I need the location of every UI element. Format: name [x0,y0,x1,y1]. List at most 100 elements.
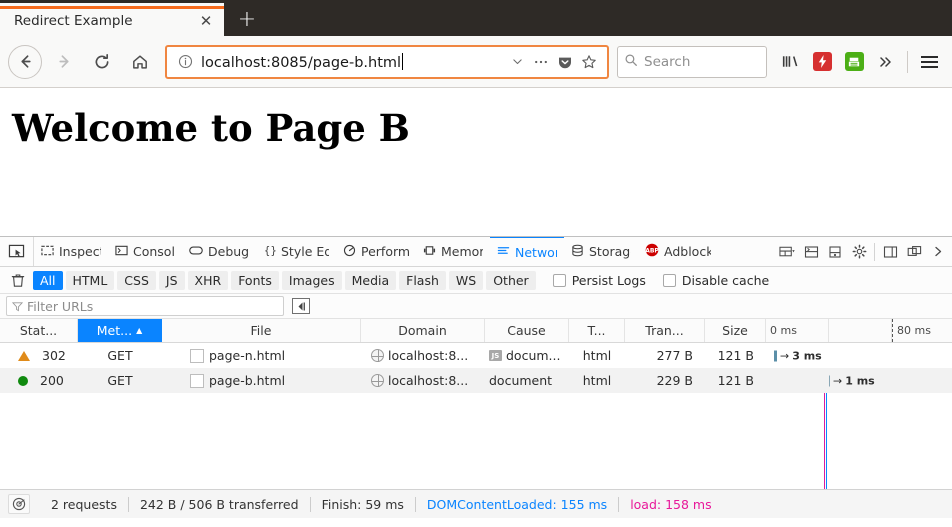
tab-network[interactable]: Network [490,237,564,266]
reload-icon[interactable] [83,43,121,81]
tab-label: Adblock Plus [664,244,711,259]
timeline-duration: 1 ms [845,374,875,387]
persist-logs-label: Persist Logs [571,272,646,288]
tab-console[interactable]: Console [108,237,182,266]
network-icon [497,244,510,260]
table-row[interactable]: 302 GET page-n.html localhost:8... JS do… [0,343,952,368]
column-header-file[interactable]: File [162,319,361,342]
browser-tab[interactable]: Redirect Example ✕ [0,3,224,36]
browser-toolbar-icons [775,47,944,77]
svg-text:ABP: ABP [645,247,659,254]
overflow-chevron-icon[interactable] [926,238,950,266]
library-icon[interactable] [775,47,805,77]
responsive-design-mode-icon[interactable] [775,238,799,266]
chevron-down-icon[interactable] [505,50,529,74]
ellipsis-icon[interactable] [529,50,553,74]
ABP-flash-icon[interactable] [807,47,837,77]
persist-logs-checkbox[interactable]: Persist Logs [552,272,646,288]
hamburger-menu-icon[interactable] [914,47,944,77]
request-domain: localhost:8... [388,373,469,388]
tab-label: Performance [361,244,409,259]
success-dot-icon [18,375,28,386]
column-header-method[interactable]: Met... ▲ [78,319,162,342]
dock-side-icon[interactable] [878,238,902,266]
request-file: page-b.html [209,373,286,388]
disable-cache-checkbox[interactable]: Disable cache [662,273,769,288]
settings-gear-icon[interactable] [847,238,871,266]
table-row[interactable]: 200 GET page-b.html localhost:8... docum… [0,368,952,393]
close-icon[interactable]: ✕ [196,11,216,31]
filter-chip-ws[interactable]: WS [448,270,484,290]
tab-memory[interactable]: Memory [416,237,490,266]
request-type: html [582,373,612,388]
filter-chip-fonts[interactable]: Fonts [231,270,279,290]
tab-inspector[interactable]: Inspector [34,237,108,266]
request-file-cell: page-n.html [162,343,361,368]
toggle-sidebar-icon[interactable] [292,298,310,314]
column-header-status[interactable]: Stat... [0,319,78,342]
tab-style-editor[interactable]: {} Style Editor [256,237,336,266]
filter-chip-css[interactable]: CSS [117,270,156,290]
page-title: Welcome to Page B [12,106,410,150]
filter-chip-other[interactable]: Other [486,270,536,290]
timeline-tick: 0 ms [766,319,829,342]
tab-label: Console [133,244,175,259]
url-filter-row: Filter URLs [0,294,952,319]
debugger-icon [189,244,203,260]
column-header-cause[interactable]: Cause [485,319,569,342]
navigation-toolbar: localhost:8085/page-b.html Search [0,36,952,88]
globe-icon [371,374,384,387]
screenshot-icon[interactable] [823,238,847,266]
request-transferred: 277 B [656,348,693,363]
back-arrow-icon[interactable] [8,44,42,79]
request-method: GET [107,373,133,388]
page-viewport: Welcome to Page B [0,88,952,236]
info-icon[interactable] [175,52,195,72]
tab-adblock-plus[interactable]: ABP Adblock Plus [638,237,718,266]
filter-chip-images[interactable]: Images [281,270,342,290]
filter-chip-media[interactable]: Media [344,270,397,290]
filter-chip-all[interactable]: All [33,270,63,290]
new-tab-button[interactable]: + [232,6,262,34]
checkbox-box [662,273,676,287]
request-method: GET [107,348,133,363]
green-extension-icon[interactable] [839,47,869,77]
trash-icon[interactable] [6,269,30,291]
timeline-arrow-icon: → [780,349,790,362]
sort-ascending-icon: ▲ [136,326,143,335]
network-throttle-icon[interactable] [8,494,30,514]
filter-urls-placeholder: Filter URLs [27,298,94,314]
filter-chip-js[interactable]: JS [158,270,185,290]
split-console-icon[interactable] [799,238,823,266]
timeline-bar [829,375,830,386]
url-input[interactable]: localhost:8085/page-b.html [195,52,505,71]
timeline-arrow-icon: → [833,374,843,387]
filter-urls-input[interactable]: Filter URLs [6,296,284,316]
tab-debugger[interactable]: Debugger [182,237,256,266]
tab-label: Network [515,244,557,260]
search-input[interactable]: Search [638,54,690,70]
tab-label: Debugger [208,244,249,259]
flash-badge [812,52,832,71]
column-header-domain[interactable]: Domain [361,319,485,342]
column-header-size[interactable]: Size [705,319,766,342]
pocket-icon[interactable] [553,50,577,74]
status-code: 302 [42,348,66,363]
filter-chip-html[interactable]: HTML [65,270,115,290]
column-header-type[interactable]: T... [569,319,625,342]
network-status-bar: 2 requests 242 B / 506 B transferred Fin… [0,489,952,518]
filter-chip-flash[interactable]: Flash [399,270,446,290]
home-icon[interactable] [121,43,159,81]
tab-storage[interactable]: Storage [564,237,638,266]
search-bar[interactable]: Search [617,45,767,78]
tab-performance[interactable]: Performance [336,237,416,266]
filter-chip-xhr[interactable]: XHR [187,270,229,290]
timeline-header: 0 ms 80 ms 160 ms [766,319,952,342]
console-icon [115,244,128,260]
element-picker-icon[interactable] [0,237,34,266]
star-icon[interactable] [577,50,601,74]
chevron-double-right-icon[interactable] [871,47,901,77]
column-header-transferred[interactable]: Tran... [625,319,705,342]
dock-separate-window-icon[interactable] [902,238,926,266]
url-bar[interactable]: localhost:8085/page-b.html [165,44,609,79]
